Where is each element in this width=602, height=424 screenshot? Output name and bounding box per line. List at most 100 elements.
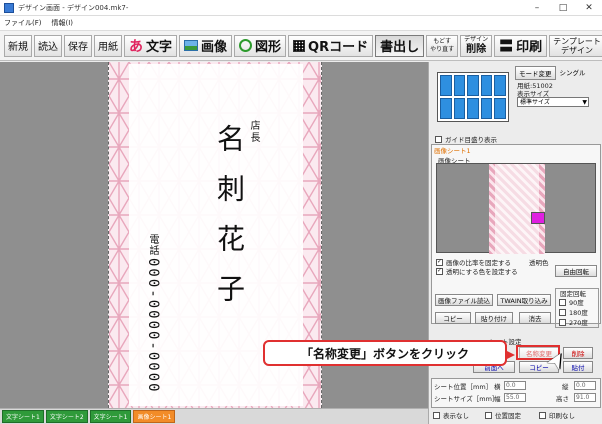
card-phone-number[interactable]: 000-0000-0000 [145,258,161,394]
pos-fixed-row[interactable]: 位置固定 [485,410,521,420]
erase-button[interactable]: 消去 [519,312,551,324]
image-tool-button[interactable]: 画像 [179,34,233,57]
transparent-row[interactable]: ✓ 透明にする色を設定する [436,266,518,276]
window-title: デザイン画面 - デザイン004.mk7- [18,3,129,12]
guide-checkbox-row[interactable]: ガイド目盛り表示 [435,134,497,144]
maximize-button[interactable]: □ [550,0,576,16]
load-image-button[interactable]: 画像ファイル読込 [435,294,493,306]
hide-checkbox[interactable] [433,411,440,419]
app-icon [4,2,14,13]
layout-cell [494,75,506,96]
vertical-label: 縦 [562,383,569,391]
menu-file[interactable]: ファイル(F) [4,18,42,28]
image-preview-frame [436,163,596,254]
transparent-color-label: 透明色 [529,259,549,267]
rot-180-row[interactable]: 180度 [559,307,588,317]
menu-info[interactable]: 情報(I) [52,18,74,28]
layout-cell [494,98,506,119]
card-phone-label[interactable]: 電話 [145,234,160,256]
image-thumbnail [489,164,545,254]
rot-90-checkbox[interactable] [559,298,566,306]
hide-label: 表示なし [443,412,469,420]
rot-90-label: 90度 [569,299,584,307]
mode-change-button[interactable]: モード変更 [515,66,556,80]
rot-90-row[interactable]: 90度 [559,297,584,307]
layout-cell [467,75,479,96]
free-rotate-button[interactable]: 自由回転 [555,265,597,277]
twain-button[interactable]: TWAIN取り込み [497,294,551,306]
mode-row: モード変更 シングル [515,66,588,80]
circle-icon [239,39,253,52]
undo-label: もどす [433,37,452,45]
display-size-select[interactable]: 標準サイズ ▼ [517,97,589,107]
minimize-button[interactable]: – [524,0,550,16]
rot-270-label: 270度 [569,319,588,327]
text-tool-button[interactable]: あ 文字 [124,34,178,57]
width-label: 幅 [494,395,501,403]
layout-cell [453,75,466,96]
mode-single-label[interactable]: シングル [558,66,588,80]
layout-cell [453,98,466,119]
layout-cell [480,75,493,96]
pos-fixed-checkbox[interactable] [485,411,492,419]
sheet-tab-image1[interactable]: 画像シート1 [133,410,176,423]
text-a-icon: あ [129,38,143,55]
template-design-label: デザイン [561,45,594,55]
transparent-color-swatch[interactable] [531,212,545,224]
window-controls: – □ ✕ [524,0,602,16]
qr-tool-button[interactable]: QRコード [288,34,374,57]
template-design-button[interactable]: テンプレート デザイン [549,34,602,57]
fixed-rotate-group: 固定回転 90度 180度 270度 [555,288,599,328]
paste-button[interactable]: 貼り付け [475,312,513,324]
close-button[interactable]: ✕ [576,0,602,16]
size-w-input[interactable]: 55.0 [504,393,526,402]
layout-cell [480,98,493,119]
printer-icon: 〓 [499,38,514,55]
pos-y-input[interactable]: 0.0 [574,381,596,390]
rot-180-label: 180度 [569,309,588,317]
template-label: テンプレート [553,36,601,46]
export-button[interactable]: 書出し [375,34,425,57]
image-tool-label: 画像 [201,40,228,55]
text-tool-label: 文字 [146,40,173,55]
size-h-input[interactable]: 91.0 [574,393,596,402]
rot-180-checkbox[interactable] [559,308,566,316]
shape-tool-button[interactable]: 図形 [234,34,287,57]
transparent-checkbox[interactable]: ✓ [436,267,443,275]
right-control-panel: モード変更 シングル 用紙:51002 表示サイズ 標準サイズ ▼ ガイド目盛り… [428,62,602,424]
sheet-tab-text1[interactable]: 文字シート1 [2,410,44,423]
layout-cell [467,98,479,119]
no-print-checkbox[interactable] [539,411,546,419]
no-print-row[interactable]: 印刷なし [539,410,575,420]
no-print-label: 印刷なし [549,412,575,420]
print-button[interactable]: 〓 印刷 [494,34,548,57]
menu-bar: ファイル(F) 情報(I) [0,16,602,31]
sheet-tab-text2[interactable]: 文字シート2 [45,410,88,423]
save-button[interactable]: 保存 [64,34,92,57]
card-name[interactable]: 名刺花子 [209,124,249,324]
rot-270-checkbox[interactable] [559,318,566,326]
hide-row[interactable]: 表示なし [433,410,469,420]
qr-code-icon [293,39,306,52]
pos-x-input[interactable]: 0.0 [504,381,526,390]
sheet-pos-label: シート位置［mm］ [434,383,493,391]
instruction-callout: 「名称変更」ボタンをクリック [263,340,515,366]
print-label: 印刷 [516,40,543,55]
open-button[interactable]: 読込 [34,34,62,57]
sheet-position-box: シート位置［mm］ 横 0.0 縦 0.0 シートサイズ［mm］ 幅 55.0 … [431,378,601,408]
paper-button[interactable]: 用紙 [94,34,122,57]
rot-270-row[interactable]: 270度 [559,317,588,327]
sheet-size-label: シートサイズ［mm］ [434,395,499,403]
new-button[interactable]: 新規 [4,34,32,57]
guide-checkbox[interactable] [435,135,442,143]
picture-icon [184,40,199,51]
delete-design-button[interactable]: デザイン 削除 [460,34,493,57]
undo-redo-button[interactable]: もどす やり直す [426,34,459,57]
sheet-tab-text3[interactable]: 文字シート1 [89,410,132,423]
fix-ratio-checkbox[interactable]: ✓ [436,258,443,266]
app-window: デザイン画面 - デザイン004.mk7- – □ ✕ ファイル(F) 情報(I… [0,0,602,424]
copy-button[interactable]: コピー [435,312,471,324]
image-sheet-group-title: 画像シート1 [434,147,471,155]
toolbar: 新規 読込 保存 用紙 あ 文字 画像 図形 QRコード 書出し もどす やり直… [0,31,602,61]
layout-preview-grid[interactable] [437,72,509,122]
